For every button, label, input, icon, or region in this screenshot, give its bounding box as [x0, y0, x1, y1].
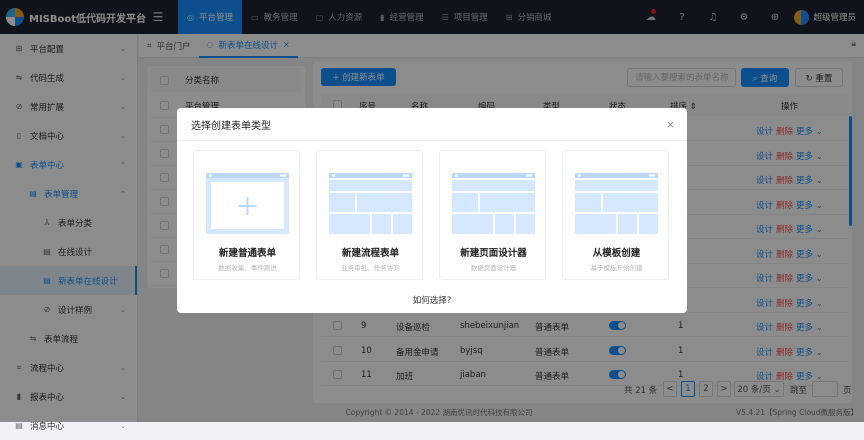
layout-form-illustration-icon	[329, 173, 412, 234]
card-description: 业务审批、任务协同	[341, 264, 400, 272]
template-illustration-icon	[575, 173, 658, 234]
form-type-cards: 新建普通表单 数据收集、事件跟进 新建流程表单 业务审批、任务协同 新建页面设计…	[193, 150, 673, 280]
layout-page-illustration-icon	[452, 173, 535, 234]
dialog-title: 选择创建表单类型	[177, 108, 687, 141]
card-title: 新建流程表单	[341, 248, 399, 259]
blank-form-illustration-icon	[206, 173, 289, 234]
card-page-designer[interactable]: 新建页面设计器 数据页面设计器	[439, 150, 546, 280]
card-flow-form[interactable]: 新建流程表单 业务审批、任务协同	[316, 150, 423, 280]
how-to-choose-link[interactable]: 如何选择?	[177, 294, 687, 306]
card-title: 新建普通表单	[218, 248, 276, 259]
close-icon[interactable]: ×	[666, 118, 675, 131]
card-title: 从模板创建	[592, 248, 641, 259]
card-description: 基于模板开始创建	[590, 264, 643, 272]
card-from-template[interactable]: 从模板创建 基于模板开始创建	[562, 150, 669, 280]
card-normal-form[interactable]: 新建普通表单 数据收集、事件跟进	[193, 150, 300, 280]
card-title: 新建页面设计器	[460, 248, 527, 259]
card-description: 数据页面设计器	[470, 264, 517, 272]
create-form-type-dialog: 选择创建表单类型 × 新建普通表单 数据收集、事件跟进 新建流程表单 业务审批、…	[177, 108, 687, 313]
card-description: 数据收集、事件跟进	[218, 264, 277, 272]
message-icon: ▤	[15, 421, 23, 430]
chevron-down-icon: ⌄	[120, 421, 126, 430]
